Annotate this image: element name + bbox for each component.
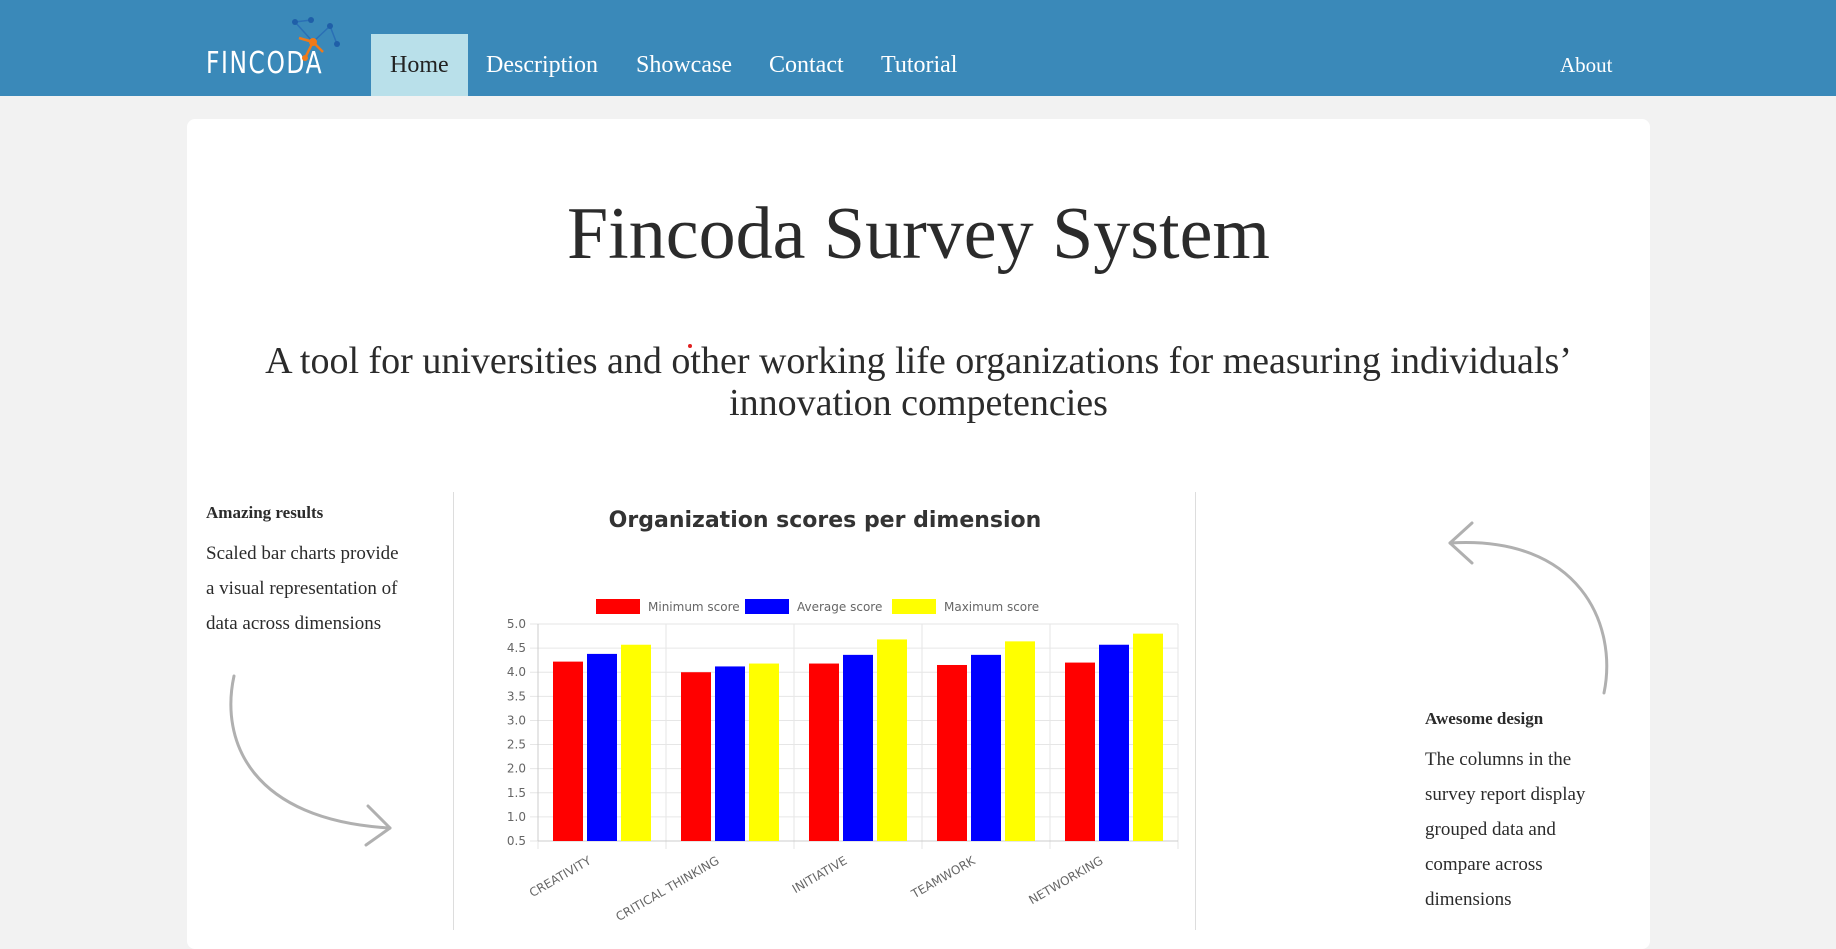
y-tick-label: 5.0	[507, 617, 526, 631]
nav-description[interactable]: Description	[486, 34, 598, 96]
chart-frame-left	[453, 492, 454, 930]
legend-swatch	[892, 599, 936, 614]
bar-minimum	[681, 672, 711, 841]
bar-minimum	[809, 663, 839, 841]
bar-chart: Organization scores per dimension Minimum…	[507, 508, 1179, 924]
feature-right-text: The columns in the survey report display…	[1425, 742, 1585, 917]
y-tick-label: 2.5	[507, 738, 526, 752]
feature-right-line: The columns in the	[1425, 749, 1572, 770]
feature-right-line: dimensions	[1425, 889, 1512, 910]
y-tick-label: 4.5	[507, 641, 526, 655]
y-tick-label: 4.0	[507, 665, 526, 679]
y-tick-label: 3.0	[507, 713, 526, 727]
bar-average	[587, 653, 617, 841]
page-title: Fincoda Survey System	[567, 193, 1270, 275]
nav-contact[interactable]: Contact	[769, 34, 844, 96]
bar-maximum	[877, 639, 907, 841]
nav-tutorial[interactable]: Tutorial	[881, 34, 957, 96]
feature-left-line: data across dimensions	[206, 613, 382, 634]
feature-left-heading: Amazing results	[206, 503, 324, 522]
bar-maximum	[749, 663, 779, 841]
feature-left-text: Scaled bar charts provide a visual repre…	[206, 536, 399, 641]
chart-title: Organization scores per dimension	[609, 508, 1042, 533]
page-subtitle: A tool for universities and other workin…	[265, 340, 1572, 424]
x-tick-label: TEAMWORK	[908, 853, 978, 902]
bar-average	[843, 654, 873, 841]
y-tick-label: 1.5	[507, 786, 526, 800]
nav-showcase[interactable]: Showcase	[636, 34, 732, 96]
feature-left-line: a visual representation of	[206, 578, 398, 599]
legend-swatch	[596, 599, 640, 614]
legend-swatch	[745, 599, 789, 614]
chart-frame-right	[1195, 492, 1196, 930]
fincoda-logo[interactable]: FINCODA	[200, 14, 350, 86]
nav-home[interactable]: Home	[371, 34, 468, 96]
bar-average	[971, 654, 1001, 841]
bar-maximum	[621, 644, 651, 841]
network-star-icon	[292, 17, 340, 61]
bar-average	[715, 666, 745, 841]
y-tick-label: 1.0	[507, 810, 526, 824]
navbar: FINCODA Home Description Showcase Contac…	[0, 0, 1836, 96]
y-tick-label: 2.0	[507, 762, 526, 776]
y-tick-label: 0.5	[507, 834, 526, 848]
bar-minimum	[937, 664, 967, 841]
x-tick-label: CRITICAL THINKING	[613, 853, 721, 924]
nav-about[interactable]: About	[1560, 34, 1613, 96]
feature-right-line: survey report display	[1425, 784, 1586, 805]
curved-arrow-down-icon	[229, 674, 392, 847]
x-tick-label: CREATIVITY	[527, 853, 594, 900]
legend-label: Maximum score	[944, 600, 1039, 614]
x-tick-label: INITIATIVE	[790, 853, 850, 896]
feature-left-line: Scaled bar charts provide	[206, 543, 399, 564]
red-dot	[688, 344, 692, 348]
feature-right-heading: Awesome design	[1425, 709, 1544, 728]
x-tick-label: NETWORKING	[1026, 853, 1105, 907]
legend-label: Average score	[797, 600, 882, 614]
bar-maximum	[1005, 641, 1035, 841]
feature-right-line: compare across	[1425, 854, 1543, 875]
legend-label: Minimum score	[648, 600, 740, 614]
y-tick-label: 3.5	[507, 689, 526, 703]
bar-maximum	[1133, 633, 1163, 841]
curved-arrow-up-icon	[1448, 521, 1609, 695]
bar-average	[1099, 644, 1129, 841]
feature-right-line: grouped data and	[1425, 819, 1556, 840]
bar-minimum	[1065, 662, 1095, 841]
bar-minimum	[553, 661, 583, 841]
